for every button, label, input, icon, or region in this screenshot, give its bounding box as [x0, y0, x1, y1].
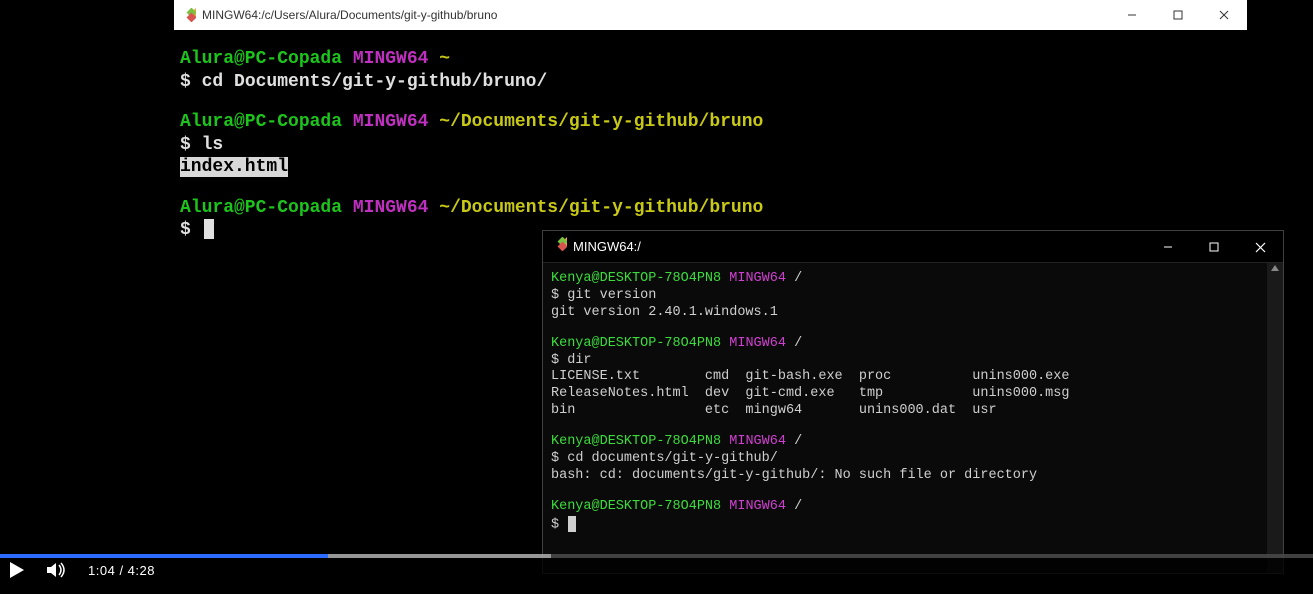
- titlebar[interactable]: MINGW64:/c/Users/Alura/Documents/git-y-g…: [174, 0, 1247, 30]
- output-line: index.html: [180, 156, 1241, 179]
- window-title: MINGW64:/: [573, 239, 641, 254]
- time-display: 1:04 / 4:28: [88, 563, 155, 578]
- terminal-window-foreground: MINGW64:/ Kenya@DESKTOP-78O4PN8 MINGW64 …: [542, 230, 1284, 574]
- scrollbar[interactable]: [1267, 263, 1283, 573]
- video-controls-row: 1:04 / 4:28: [8, 560, 155, 580]
- command-line: $ cd Documents/git-y-github/bruno/: [180, 71, 1241, 94]
- prompt-user: Kenya@DESKTOP-78O4PN8: [551, 271, 721, 286]
- command-text: dir: [567, 353, 591, 368]
- prompt-user: Alura@PC-Copada: [180, 198, 342, 218]
- progress-played: [0, 554, 328, 558]
- prompt-line: Kenya@DESKTOP-78O4PN8 MINGW64 /: [551, 271, 1275, 288]
- prompt-path: ~/Documents/git-y-github/bruno: [439, 112, 763, 132]
- prompt-user: Kenya@DESKTOP-78O4PN8: [551, 434, 721, 449]
- prompt-line: Kenya@DESKTOP-78O4PN8 MINGW64 /: [551, 499, 1275, 516]
- prompt-system: MINGW64: [353, 198, 429, 218]
- play-button[interactable]: [8, 560, 26, 580]
- video-player-controls: 1:04 / 4:28: [0, 554, 1313, 594]
- window-controls: [1145, 231, 1283, 263]
- close-button[interactable]: [1201, 0, 1247, 30]
- titlebar[interactable]: MINGW64:/: [543, 231, 1283, 263]
- prompt-path: /: [794, 336, 802, 351]
- prompt-char: $: [551, 353, 559, 368]
- command-line: $ git version: [551, 288, 1275, 305]
- command-text: cd Documents/git-y-github/bruno/: [202, 72, 548, 92]
- volume-button[interactable]: [46, 560, 68, 580]
- prompt-system: MINGW64: [353, 112, 429, 132]
- prompt-path: ~/Documents/git-y-github/bruno: [439, 198, 763, 218]
- prompt-path: /: [794, 434, 802, 449]
- prompt-char: $: [551, 517, 559, 532]
- prompt-system: MINGW64: [729, 336, 786, 351]
- prompt-user: Alura@PC-Copada: [180, 112, 342, 132]
- prompt-user: Kenya@DESKTOP-78O4PN8: [551, 499, 721, 514]
- scroll-up-button[interactable]: [1267, 263, 1283, 279]
- error-output: bash: cd: documents/git-y-github/: No su…: [551, 468, 1275, 485]
- prompt-line: Kenya@DESKTOP-78O4PN8 MINGW64 /: [551, 336, 1275, 353]
- prompt-line: Alura@PC-Copada MINGW64 ~: [180, 48, 1241, 71]
- prompt-path: /: [794, 271, 802, 286]
- terminal-content[interactable]: Alura@PC-Copada MINGW64 ~ $ cd Documents…: [174, 30, 1247, 248]
- command-line: $ ls: [180, 134, 1241, 157]
- current-time: 1:04: [88, 563, 115, 578]
- minimize-button[interactable]: [1145, 231, 1191, 263]
- command-line: $ dir: [551, 353, 1275, 370]
- command-text: ls: [202, 135, 224, 155]
- prompt-path: ~: [439, 49, 450, 69]
- prompt-user: Kenya@DESKTOP-78O4PN8: [551, 336, 721, 351]
- prompt-system: MINGW64: [729, 499, 786, 514]
- maximize-button[interactable]: [1155, 0, 1201, 30]
- prompt-line: Alura@PC-Copada MINGW64 ~/Documents/git-…: [180, 111, 1241, 134]
- command-text: cd documents/git-y-github/: [567, 451, 778, 466]
- file-listing: index.html: [180, 157, 288, 177]
- command-text: git version: [567, 288, 656, 303]
- prompt-line: Kenya@DESKTOP-78O4PN8 MINGW64 /: [551, 434, 1275, 451]
- prompt-system: MINGW64: [729, 271, 786, 286]
- close-button[interactable]: [1237, 231, 1283, 263]
- prompt-line: Alura@PC-Copada MINGW64 ~/Documents/git-…: [180, 197, 1241, 220]
- terminal-content[interactable]: Kenya@DESKTOP-78O4PN8 MINGW64 / $ git ve…: [543, 263, 1283, 573]
- prompt-user: Alura@PC-Copada: [180, 49, 342, 69]
- window-controls: [1109, 0, 1247, 30]
- time-separator: /: [119, 563, 127, 578]
- output-line: git version 2.40.1.windows.1: [551, 305, 1275, 322]
- prompt-char: $: [180, 72, 191, 92]
- prompt-path: /: [794, 499, 802, 514]
- prompt-char: $: [180, 220, 191, 240]
- maximize-button[interactable]: [1191, 231, 1237, 263]
- app-icon: [553, 237, 567, 256]
- prompt-system: MINGW64: [353, 49, 429, 69]
- prompt-char: $: [551, 288, 559, 303]
- prompt-char: $: [180, 135, 191, 155]
- total-duration: 4:28: [128, 563, 155, 578]
- cursor: [204, 219, 214, 239]
- window-title: MINGW64:/c/Users/Alura/Documents/git-y-g…: [202, 8, 497, 22]
- prompt-char: $: [551, 451, 559, 466]
- minimize-button[interactable]: [1109, 0, 1155, 30]
- prompt-system: MINGW64: [729, 434, 786, 449]
- command-line: $: [551, 516, 1275, 534]
- progress-bar[interactable]: [0, 554, 1313, 558]
- dir-listing: LICENSE.txt cmd git-bash.exe proc unins0…: [551, 369, 1275, 420]
- app-icon: [182, 8, 196, 22]
- cursor: [568, 516, 576, 532]
- command-line: $ cd documents/git-y-github/: [551, 451, 1275, 468]
